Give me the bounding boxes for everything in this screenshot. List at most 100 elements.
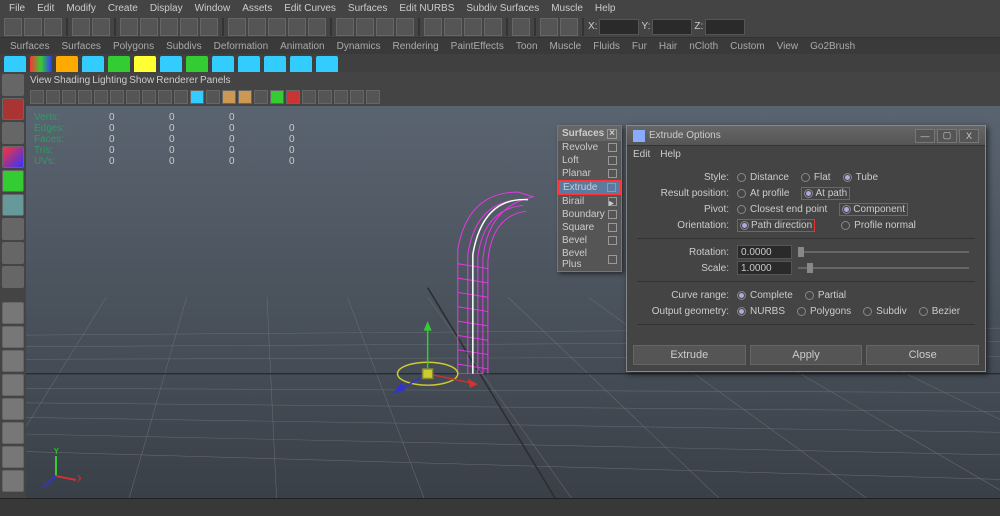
orient-path-radio[interactable]: [740, 221, 749, 230]
geom-subdiv-radio[interactable]: [863, 307, 872, 316]
layout-two-icon[interactable]: [2, 350, 24, 372]
shelf-tab[interactable]: Rendering: [387, 41, 445, 52]
vp-tool-icon[interactable]: [302, 90, 316, 104]
lasso-tool-icon[interactable]: [2, 98, 24, 120]
shelf-tab[interactable]: Fluids: [587, 41, 626, 52]
shelf-tab[interactable]: Subdivs: [160, 41, 208, 52]
menu-display[interactable]: Display: [145, 3, 188, 14]
shelf-tab[interactable]: Surfaces: [55, 41, 106, 52]
menu-assets[interactable]: Assets: [237, 3, 277, 14]
scale-tool-icon[interactable]: [2, 194, 24, 216]
tool-b-icon[interactable]: [444, 18, 462, 36]
surfaces-marking-menu[interactable]: Surfaces × Revolve Loft Planar Extrude B…: [557, 125, 622, 272]
menu-surfaces[interactable]: Surfaces: [343, 3, 392, 14]
pivot-closest-radio[interactable]: [737, 205, 746, 214]
tool-select-icon[interactable]: [120, 18, 138, 36]
vp-tool-icon[interactable]: [46, 90, 60, 104]
select-tool-icon[interactable]: [2, 74, 24, 96]
vp-tool-icon[interactable]: [110, 90, 124, 104]
tool-c-icon[interactable]: [464, 18, 482, 36]
soft-tool-icon[interactable]: [2, 242, 24, 264]
shelf-tab[interactable]: Polygons: [107, 41, 160, 52]
vp-wireframe-icon[interactable]: [190, 90, 204, 104]
surfaces-item-bevel[interactable]: Bevel: [558, 234, 621, 247]
main-menubar[interactable]: File Edit Modify Create Display Window A…: [0, 0, 1000, 16]
vp-tool-icon[interactable]: [158, 90, 172, 104]
surfaces-item-birail[interactable]: Birail▸: [558, 195, 621, 208]
tool-redo-icon[interactable]: [92, 18, 110, 36]
tool-render2-icon[interactable]: [376, 18, 394, 36]
menu-edit[interactable]: Edit: [32, 3, 59, 14]
tool-f-icon[interactable]: [560, 18, 578, 36]
vp-tool-icon[interactable]: [350, 90, 364, 104]
tool-render3-icon[interactable]: [396, 18, 414, 36]
style-tube-radio[interactable]: [843, 173, 852, 182]
shelf-tab[interactable]: Custom: [724, 41, 770, 52]
layout-outliner-icon[interactable]: [2, 374, 24, 396]
shelf-tab[interactable]: View: [771, 41, 805, 52]
extrude-options-dialog[interactable]: Extrude Options — ▢ X Edit Help Style: D…: [626, 125, 986, 372]
geom-bezier-radio[interactable]: [919, 307, 928, 316]
layout-icon[interactable]: [2, 470, 24, 492]
menu-window[interactable]: Window: [190, 3, 236, 14]
shelf-tab[interactable]: PaintEffects: [445, 41, 510, 52]
vp-tool-icon[interactable]: [366, 90, 380, 104]
geom-polygons-radio[interactable]: [797, 307, 806, 316]
rotation-field[interactable]: [737, 245, 792, 259]
surfaces-item-boundary[interactable]: Boundary: [558, 208, 621, 221]
shelf-tab[interactable]: Animation: [274, 41, 330, 52]
surfaces-item-bevelplus[interactable]: Bevel Plus: [558, 247, 621, 271]
dialog-titlebar[interactable]: Extrude Options — ▢ X: [627, 126, 985, 146]
vp-menu-lighting[interactable]: Lighting: [92, 75, 127, 86]
scale-field[interactable]: [737, 261, 792, 275]
shelf-tabs[interactable]: Surfaces Surfaces Polygons Subdivs Defor…: [0, 38, 1000, 54]
tool-open-icon[interactable]: [24, 18, 42, 36]
menu-editcurves[interactable]: Edit Curves: [279, 3, 341, 14]
vp-tool-icon[interactable]: [206, 90, 220, 104]
tool-save-icon[interactable]: [44, 18, 62, 36]
tool-ipr-icon[interactable]: [356, 18, 374, 36]
layout-four-icon[interactable]: [2, 326, 24, 348]
tool-snap2-icon[interactable]: [248, 18, 266, 36]
vp-tool-icon[interactable]: [174, 90, 188, 104]
close-icon[interactable]: ×: [607, 129, 617, 139]
vp-tool-icon[interactable]: [254, 90, 268, 104]
shelf-tab[interactable]: Go2Brush: [804, 41, 861, 52]
surfaces-item-planar[interactable]: Planar: [558, 167, 621, 180]
result-atpath-radio[interactable]: [804, 189, 813, 198]
layout-single-icon[interactable]: [2, 302, 24, 324]
vp-menu-show[interactable]: Show: [129, 75, 154, 86]
menu-muscle[interactable]: Muscle: [546, 3, 588, 14]
vp-menu-renderer[interactable]: Renderer: [156, 75, 198, 86]
curverange-partial-radio[interactable]: [805, 291, 814, 300]
vp-menu-shading[interactable]: Shading: [54, 75, 91, 86]
close-icon[interactable]: X: [959, 129, 979, 143]
menu-modify[interactable]: Modify: [61, 3, 100, 14]
tool-d-icon[interactable]: [484, 18, 502, 36]
rotate-tool-icon[interactable]: [2, 170, 24, 192]
result-atprofile-radio[interactable]: [737, 189, 746, 198]
layout-graph-icon[interactable]: [2, 398, 24, 420]
surfaces-item-revolve[interactable]: Revolve: [558, 141, 621, 154]
tool-sel5-icon[interactable]: [200, 18, 218, 36]
last-tool-icon[interactable]: [2, 266, 24, 288]
orient-normal-radio[interactable]: [841, 221, 850, 230]
surfaces-item-loft[interactable]: Loft: [558, 154, 621, 167]
menu-file[interactable]: File: [4, 3, 30, 14]
vp-shaded-icon[interactable]: [222, 90, 236, 104]
surfaces-item-square[interactable]: Square: [558, 221, 621, 234]
tool-a-icon[interactable]: [424, 18, 442, 36]
z-field[interactable]: [705, 19, 745, 35]
tool-sel3-icon[interactable]: [160, 18, 178, 36]
tool-undo-icon[interactable]: [72, 18, 90, 36]
viewport-menubar[interactable]: View Shading Lighting Show Renderer Pane…: [26, 72, 1000, 88]
vp-tex-icon[interactable]: [238, 90, 252, 104]
tool-snap1-icon[interactable]: [228, 18, 246, 36]
vp-tool-icon[interactable]: [126, 90, 140, 104]
vp-tool-icon[interactable]: [78, 90, 92, 104]
move-tool-icon[interactable]: [2, 146, 24, 168]
shelf-tab[interactable]: Fur: [626, 41, 653, 52]
close-button[interactable]: Close: [866, 345, 979, 365]
vp-light-icon[interactable]: [270, 90, 284, 104]
geom-nurbs-radio[interactable]: [737, 307, 746, 316]
